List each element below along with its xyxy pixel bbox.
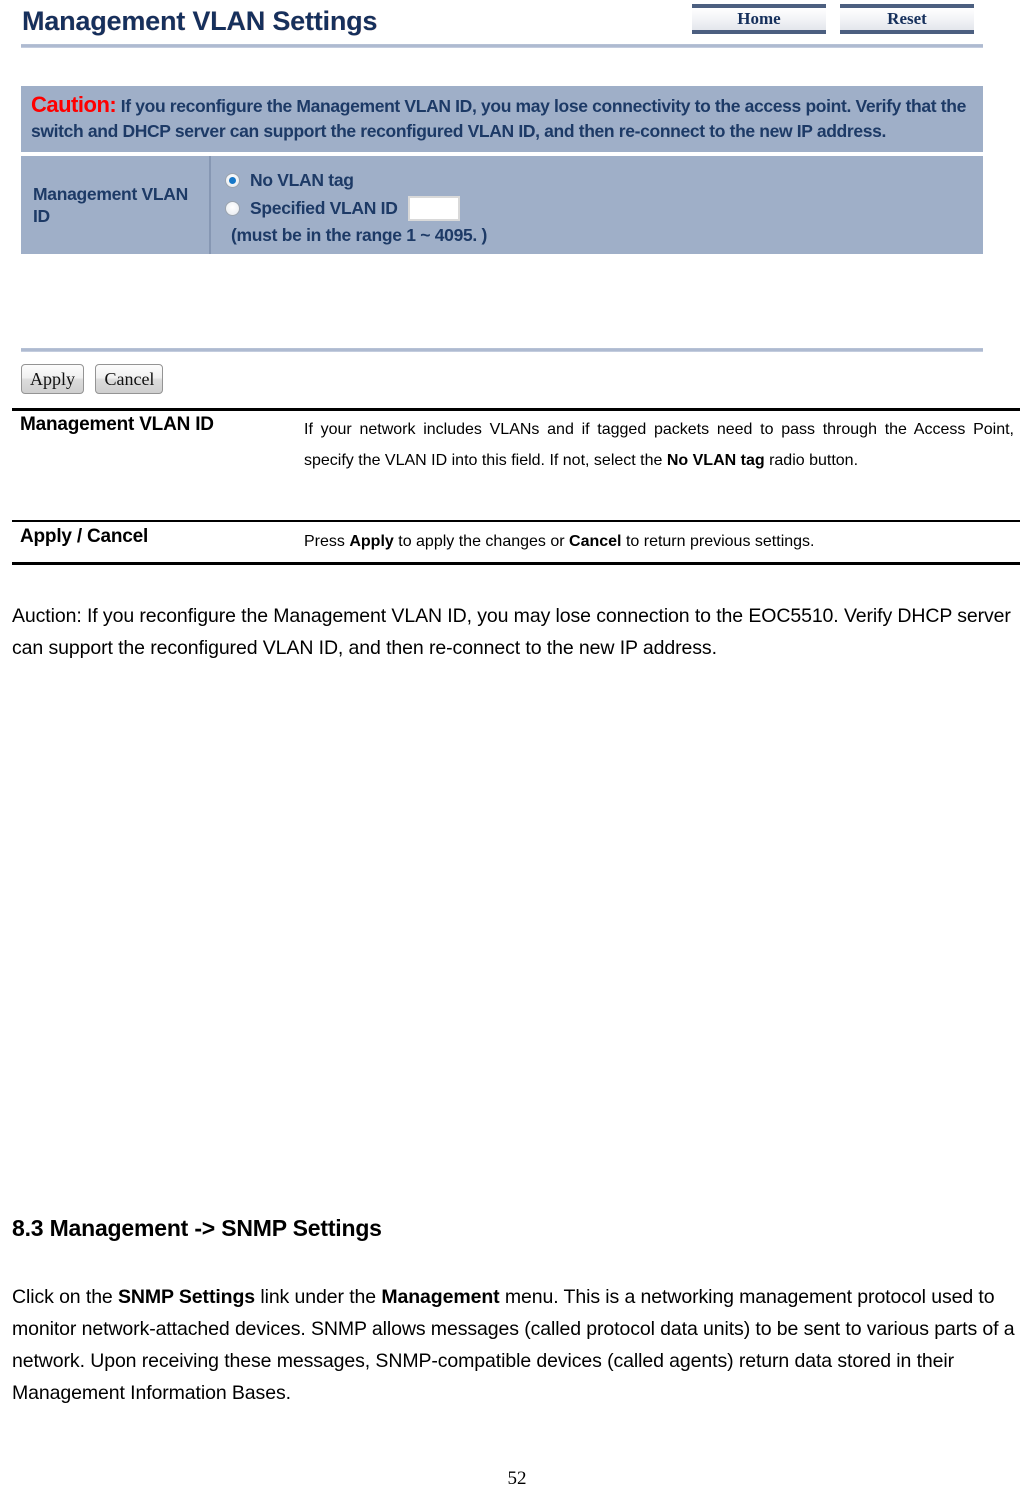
page-number: 52 bbox=[507, 1468, 527, 1489]
caution-label: Caution: bbox=[31, 92, 117, 117]
footer-divider bbox=[21, 348, 983, 352]
apply-button[interactable]: Apply bbox=[21, 364, 84, 394]
specified-vlan-id-option[interactable]: Specified VLAN ID bbox=[225, 194, 983, 222]
caution-body: If you reconfigure the Management VLAN I… bbox=[31, 96, 966, 141]
table-row-value: If your network includes VLANs and if ta… bbox=[304, 421, 1014, 469]
table-border-bottom bbox=[12, 562, 1020, 565]
embedded-ui-screenshot: Management VLAN Settings Home Reset Caut… bbox=[0, 0, 1034, 403]
no-vlan-tag-option[interactable]: No VLAN tag bbox=[225, 166, 983, 194]
header-divider bbox=[21, 44, 983, 48]
no-vlan-tag-radio[interactable] bbox=[225, 172, 240, 188]
vlan-settings-panel: Caution: If you reconfigure the Manageme… bbox=[21, 86, 983, 254]
table-row-key: Apply / Cancel bbox=[20, 526, 149, 547]
table-border-top bbox=[12, 408, 1020, 411]
no-vlan-tag-label: No VLAN tag bbox=[250, 169, 354, 190]
management-vlan-id-label: Management VLAN ID bbox=[33, 184, 188, 226]
specified-vlan-id-radio[interactable] bbox=[225, 200, 240, 216]
management-vlan-id-field-cell: No VLAN tag Specified VLAN ID (must be i… bbox=[211, 156, 983, 254]
management-vlan-id-row: Management VLAN ID No VLAN tag Specified… bbox=[21, 156, 983, 254]
form-buttons: Apply Cancel bbox=[21, 364, 170, 394]
section-heading-snmp: 8.3 Management -> SNMP Settings bbox=[12, 1215, 382, 1241]
snmp-body-paragraph: Click on the SNMP Settings link under th… bbox=[12, 1286, 1015, 1404]
table-row-key: Management VLAN ID bbox=[20, 414, 214, 435]
specified-vlan-id-label: Specified VLAN ID bbox=[250, 197, 398, 218]
vlan-range-note: (must be in the range 1 ~ 4095. ) bbox=[231, 225, 488, 245]
specified-vlan-id-input[interactable] bbox=[407, 195, 460, 221]
reset-button[interactable]: Reset bbox=[840, 4, 974, 34]
table-border-middle bbox=[12, 520, 1020, 522]
cancel-button[interactable]: Cancel bbox=[95, 364, 164, 394]
management-vlan-id-label-cell: Management VLAN ID bbox=[21, 156, 211, 254]
caution-text: Caution: If you reconfigure the Manageme… bbox=[31, 92, 973, 144]
caution-box: Caution: If you reconfigure the Manageme… bbox=[21, 86, 983, 152]
auction-note-paragraph: Auction: If you reconfigure the Manageme… bbox=[12, 605, 1011, 659]
home-button[interactable]: Home bbox=[692, 4, 826, 34]
page-title: Management VLAN Settings bbox=[22, 6, 378, 36]
table-row-value: Press Apply to apply the changes or Canc… bbox=[304, 533, 815, 550]
